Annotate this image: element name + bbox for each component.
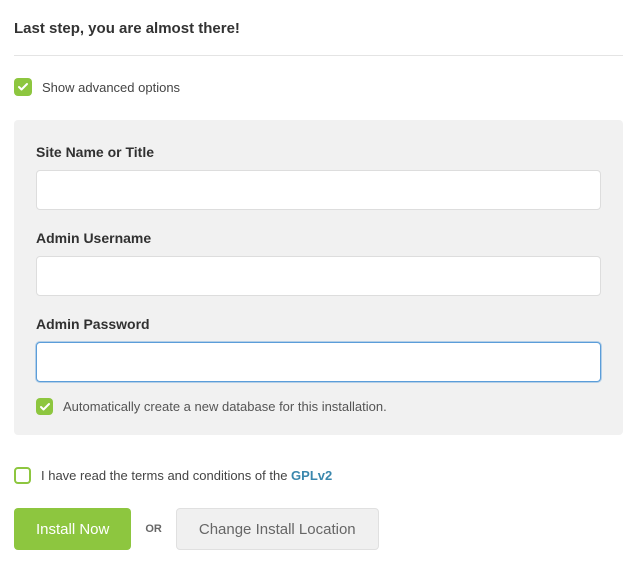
check-icon <box>17 81 29 93</box>
admin-username-input[interactable] <box>36 256 601 296</box>
terms-text: I have read the terms and conditions of … <box>41 468 332 483</box>
divider <box>14 55 623 56</box>
admin-password-group: Admin Password <box>36 316 601 382</box>
admin-username-group: Admin Username <box>36 230 601 296</box>
change-install-location-button[interactable]: Change Install Location <box>176 508 379 550</box>
admin-username-label: Admin Username <box>36 230 601 246</box>
auto-db-label: Automatically create a new database for … <box>63 399 387 414</box>
or-text: OR <box>145 523 162 535</box>
show-advanced-row: Show advanced options <box>14 78 623 96</box>
check-icon <box>39 401 51 413</box>
admin-password-input[interactable] <box>36 342 601 382</box>
terms-row: I have read the terms and conditions of … <box>14 467 623 484</box>
show-advanced-checkbox[interactable] <box>14 78 32 96</box>
advanced-panel: Site Name or Title Admin Username Admin … <box>14 120 623 435</box>
terms-checkbox[interactable] <box>14 467 31 484</box>
page-title: Last step, you are almost there! <box>14 20 623 37</box>
install-now-button[interactable]: Install Now <box>14 508 131 550</box>
site-name-label: Site Name or Title <box>36 144 601 160</box>
auto-db-checkbox[interactable] <box>36 398 53 415</box>
site-name-input[interactable] <box>36 170 601 210</box>
auto-db-row: Automatically create a new database for … <box>36 398 601 415</box>
action-row: Install Now OR Change Install Location <box>14 508 623 550</box>
gplv2-link[interactable]: GPLv2 <box>291 468 332 483</box>
show-advanced-label: Show advanced options <box>42 80 180 95</box>
site-name-group: Site Name or Title <box>36 144 601 210</box>
admin-password-label: Admin Password <box>36 316 601 332</box>
terms-prefix: I have read the terms and conditions of … <box>41 468 291 483</box>
